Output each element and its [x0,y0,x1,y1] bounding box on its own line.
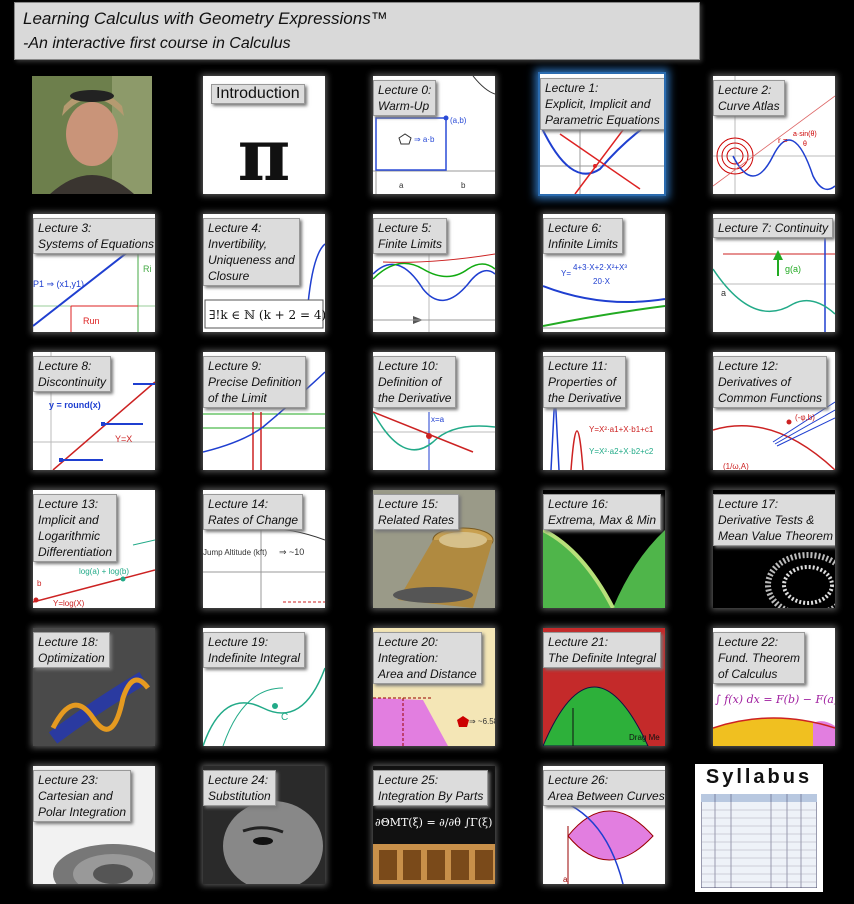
lecture-4-label: Lecture 4: Invertibility, Uniqueness and Cl… [203,218,300,286]
lecture-9-label: Lecture 9: Precise Definition of the Limit [203,356,307,408]
lecture-22-label: Lecture 22: Fund. Theorem of Calculus [713,632,806,684]
l13-log-text: log(a) + log(b) [79,567,129,576]
l7-a-text: a [721,288,726,298]
lecture-15-label: Lecture 15: Related Rates [373,494,460,530]
lecture-23-label: Lecture 23: Cartesian and Polar Integratio… [33,770,132,822]
lecture-14-tile[interactable]: Jump Altitude (kft) ⇒ ~10 Lecture 14: Rat… [203,490,325,608]
lecture-21-label: Lecture 21: The Definite Integral [543,632,662,668]
lecture-11-tile[interactable]: Y=X²·a1+X·b1+c1 Y=X²·a2+X·b2+c2 Lecture … [543,352,665,470]
pi-symbol: π [237,112,291,194]
syllabus-tile[interactable]: Syllabus [695,764,823,892]
l13-y-text: Y=log(X) [53,599,85,608]
lecture-7-tile[interactable]: g(a) a Lecture 7: Continuity [713,214,835,332]
lecture-1-label: Lecture 1: Explicit, Implicit and Parametr… [540,78,664,130]
lecture-13-label: Lecture 13: Implicit and Logarithmic Differ… [33,494,118,562]
introduction-tile[interactable]: Introduction π [203,76,325,194]
l14-val-text: ⇒ ~10 [279,547,304,557]
l8-eq-text: y = round(x) [49,400,101,410]
l12-p1-text: (-φ,b) [795,413,815,422]
syllabus-table-art [701,794,817,888]
l19-c-text: C [281,712,288,723]
lecture-8-tile[interactable]: y = round(x) Y=X Lecture 8: Discontinuity [33,352,155,470]
l4-formula-text: ∃!k ∈ ℕ (k + 2 = 4) [209,308,325,322]
lecture-6-label: Lecture 6: Infinite Limits [543,218,624,254]
lecture-17-label: Lecture 17: Derivative Tests & Mean Value … [713,494,835,546]
syllabus-title: Syllabus [705,766,813,788]
l3-ri-text: Ri [143,264,152,274]
l14-jump-text: Jump Altitude (kft) [203,548,267,557]
lecture-12-label: Lecture 12: Derivatives of Common Function… [713,356,828,408]
lecture-14-label: Lecture 14: Rates of Change [203,494,304,530]
page-header: Learning Calculus with Geometry Expressi… [14,2,700,60]
l2-num-text: a·sin(θ) [793,131,817,138]
lecture-3-tile[interactable]: P1 ⇒ (x1,y1) Run Ri Lecture 3: Systems of… [33,214,155,332]
l0-b-text: b [461,181,466,190]
lecture-17-tile[interactable]: Lecture 17: Derivative Tests & Mean Value … [713,490,835,608]
lecture-8-label: Lecture 8: Discontinuity [33,356,112,392]
lecture-6-tile[interactable]: Y= 4+3·X+2·X²+X³ 20·X Lecture 6: Infinite… [543,214,665,332]
lecture-19-tile[interactable]: C Lecture 19: Indefinite Integral [203,628,325,746]
lecture-19-label: Lecture 19: Indefinite Integral [203,632,306,668]
l6-den-text: 20·X [593,277,611,286]
lecture-21-tile[interactable]: Drag Me Lecture 21: The Definite Integral [543,628,665,746]
lecture-1-tile[interactable]: Lecture 1: Explicit, Implicit and Parametr… [538,72,666,196]
lecture-2-tile[interactable]: r = a·sin(θ) θ Lecture 2: Curve Atlas [713,76,835,194]
lecture-12-tile[interactable]: (-φ,b) (1/ω,A) Lecture 12: Derivatives of… [713,352,835,470]
lecture-3-label: Lecture 3: Systems of Equations [33,218,155,254]
lecture-18-label: Lecture 18: Optimization [33,632,110,668]
l2-r-text: r = [778,136,788,145]
introduction-label: Introduction [211,84,305,104]
lecture-11-label: Lecture 11: Properties of the Derivative [543,356,627,408]
lecture-16-label: Lecture 16: Extrema, Max & Min [543,494,662,530]
lecture-20-label: Lecture 20: Integration: Area and Distance [373,632,482,684]
author-photo-art [32,76,152,194]
l20-val-text: ⇒ ~6.58 [469,717,495,726]
lecture-2-label: Lecture 2: Curve Atlas [713,80,785,116]
page-subtitle: -An interactive first course in Calculus [23,35,291,52]
lecture-24-tile[interactable]: Lecture 24: Substitution [203,766,325,884]
lecture-18-tile[interactable]: Lecture 18: Optimization [33,628,155,746]
lecture-24-label: Lecture 24: Substitution [203,770,276,806]
l8-yx-text: Y=X [115,434,132,444]
lecture-7-label: Lecture 7: Continuity [713,218,834,238]
l0-a-text: a [399,181,404,190]
l0-ab-text: (a,b) [450,116,467,125]
lecture-25-label: Lecture 25: Integration By Parts [373,770,489,806]
l7-g-text: g(a) [785,264,801,274]
lecture-25-tile[interactable]: ∂ΘMT(ξ) = ∂/∂θ ∫Γ(ξ) Lecture 25: Integrat… [373,766,495,884]
l3-run-text: Run [83,316,100,326]
l6-eq-text: Y= [561,269,571,278]
lecture-13-tile[interactable]: log(a) + log(b) Y=log(X) b Lecture 13: Im… [33,490,155,608]
l2-den-text: θ [803,141,807,148]
lecture-22-tile[interactable]: ∫ f(x) dx = F(b) − F(a) Lecture 22: Fund.… [713,628,835,746]
l10-xa-text: x=a [431,415,445,424]
lecture-5-label: Lecture 5: Finite Limits [373,218,448,254]
l11-e1-text: Y=X²·a1+X·b1+c1 [589,425,654,434]
l0-area-text: ⇒ a·b [414,135,435,144]
author-photo [32,76,152,194]
page-title: Learning Calculus with Geometry Expressi… [23,9,388,28]
svg-text:∂ΘMT(ξ) = ∂/∂θ ∫Γ(ξ): ∂ΘMT(ξ) = ∂/∂θ ∫Γ(ξ) [375,816,492,829]
lecture-26-label: Lecture 26: Area Between Curves [543,770,665,806]
lecture-0-label: Lecture 0: Warm-Up [373,80,437,116]
lecture-10-tile[interactable]: x=a Lecture 10: Definition of the Derivati… [373,352,495,470]
l21-drag-text: Drag Me [629,733,660,742]
lecture-23-tile[interactable]: Lecture 23: Cartesian and Polar Integratio… [33,766,155,884]
lecture-10-label: Lecture 10: Definition of the Derivative [373,356,457,408]
l22-formula-text: ∫ f(x) dx = F(b) − F(a) [715,693,835,706]
lecture-9-tile[interactable]: Lecture 9: Precise Definition of the Limit [203,352,325,470]
l12-p2-text: (1/ω,A) [723,462,749,470]
l6-num-text: 4+3·X+2·X²+X³ [573,263,627,272]
lecture-4-tile[interactable]: ∃!k ∈ ℕ (k + 2 = 4) Lecture 4: Invertibil… [203,214,325,332]
lecture-20-tile[interactable]: ⇒ ~6.58 Lecture 20:Integration:Area and … [373,628,495,746]
lecture-0-tile[interactable]: (a,b) ⇒ a·b a b Lecture 0: Warm-Up [373,76,495,194]
lecture-16-tile[interactable]: Lecture 16: Extrema, Max & Min [543,490,665,608]
l3-p-text: P1 ⇒ (x1,y1) [33,279,84,289]
lecture-15-tile[interactable]: Lecture 15: Related Rates [373,490,495,608]
lecture-26-tile[interactable]: a Lecture 26: Area Between Curves [543,766,665,884]
lecture-5-tile[interactable]: Lecture 5: Finite Limits [373,214,495,332]
l26-a-text: a [563,875,568,884]
l11-e2-text: Y=X²·a2+X·b2+c2 [589,447,654,456]
l13-b-text: b [37,579,42,588]
